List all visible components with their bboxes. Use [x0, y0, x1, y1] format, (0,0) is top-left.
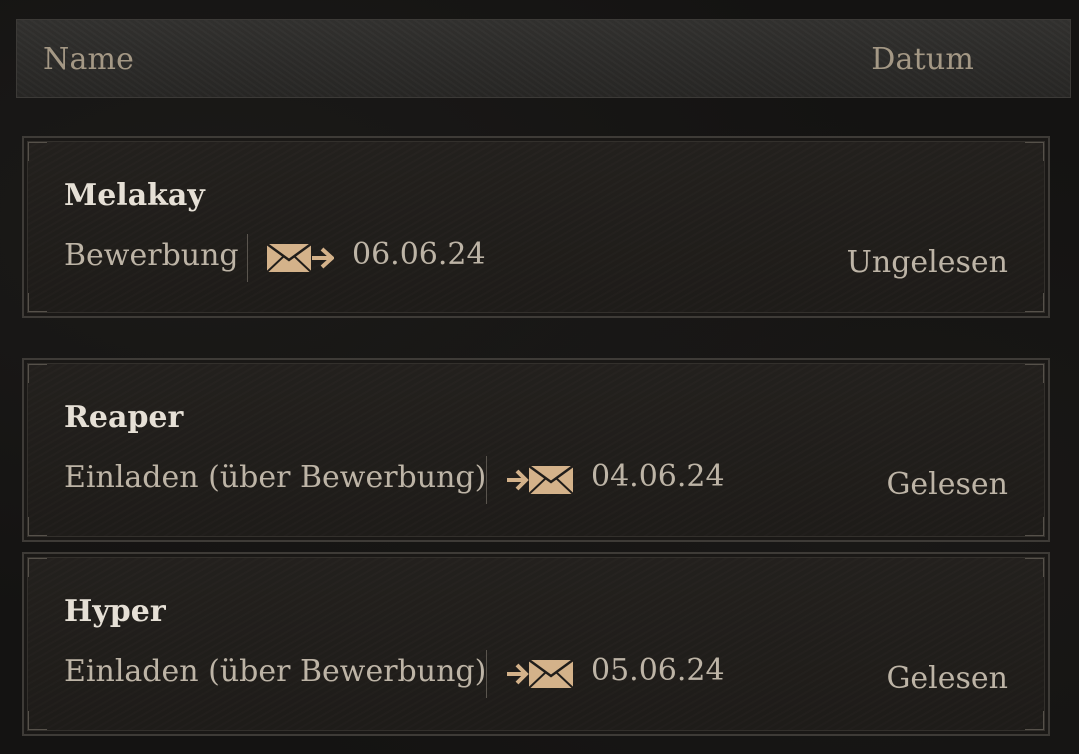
player-name: Hyper [64, 594, 166, 629]
frame-corner [1025, 558, 1044, 577]
read-status: Ungelesen [846, 245, 1008, 280]
request-type: Einladen (über Bewerbung) [64, 460, 487, 495]
frame-corner [28, 517, 47, 536]
divider [486, 456, 487, 504]
frame-corner [28, 142, 47, 161]
player-name: Reaper [64, 400, 184, 435]
frame-corner [1025, 711, 1044, 730]
frame-corner [28, 364, 47, 383]
request-type: Einladen (über Bewerbung) [64, 654, 487, 689]
frame-corner [28, 558, 47, 577]
frame-corner [28, 293, 47, 312]
frame-corner [1025, 293, 1044, 312]
header-date-column[interactable]: Datum [871, 42, 974, 78]
frame-corner [28, 711, 47, 730]
frame-corner [1025, 142, 1044, 161]
list-item[interactable]: Melakay Bewerbung 06.06.24 Ungelesen [22, 136, 1050, 318]
list-item[interactable]: Reaper Einladen (über Bewerbung) 04.06.2… [22, 358, 1050, 542]
header-name-column[interactable]: Name [43, 42, 134, 78]
frame-corner [1025, 364, 1044, 383]
request-type: Bewerbung [64, 238, 239, 273]
envelope-outgoing-icon [266, 242, 334, 273]
envelope-incoming-icon [507, 464, 574, 495]
request-date: 04.06.24 [591, 459, 725, 494]
frame-corner [1025, 517, 1044, 536]
read-status: Gelesen [886, 661, 1008, 696]
list-item[interactable]: Hyper Einladen (über Bewerbung) 05.06.24… [22, 552, 1050, 736]
read-status: Gelesen [886, 467, 1008, 502]
divider [486, 650, 487, 698]
player-name: Melakay [64, 178, 205, 213]
request-date: 06.06.24 [352, 237, 486, 272]
divider [247, 234, 248, 282]
list-header: Name Datum [16, 19, 1071, 98]
request-date: 05.06.24 [591, 653, 725, 688]
envelope-incoming-icon [507, 658, 574, 689]
